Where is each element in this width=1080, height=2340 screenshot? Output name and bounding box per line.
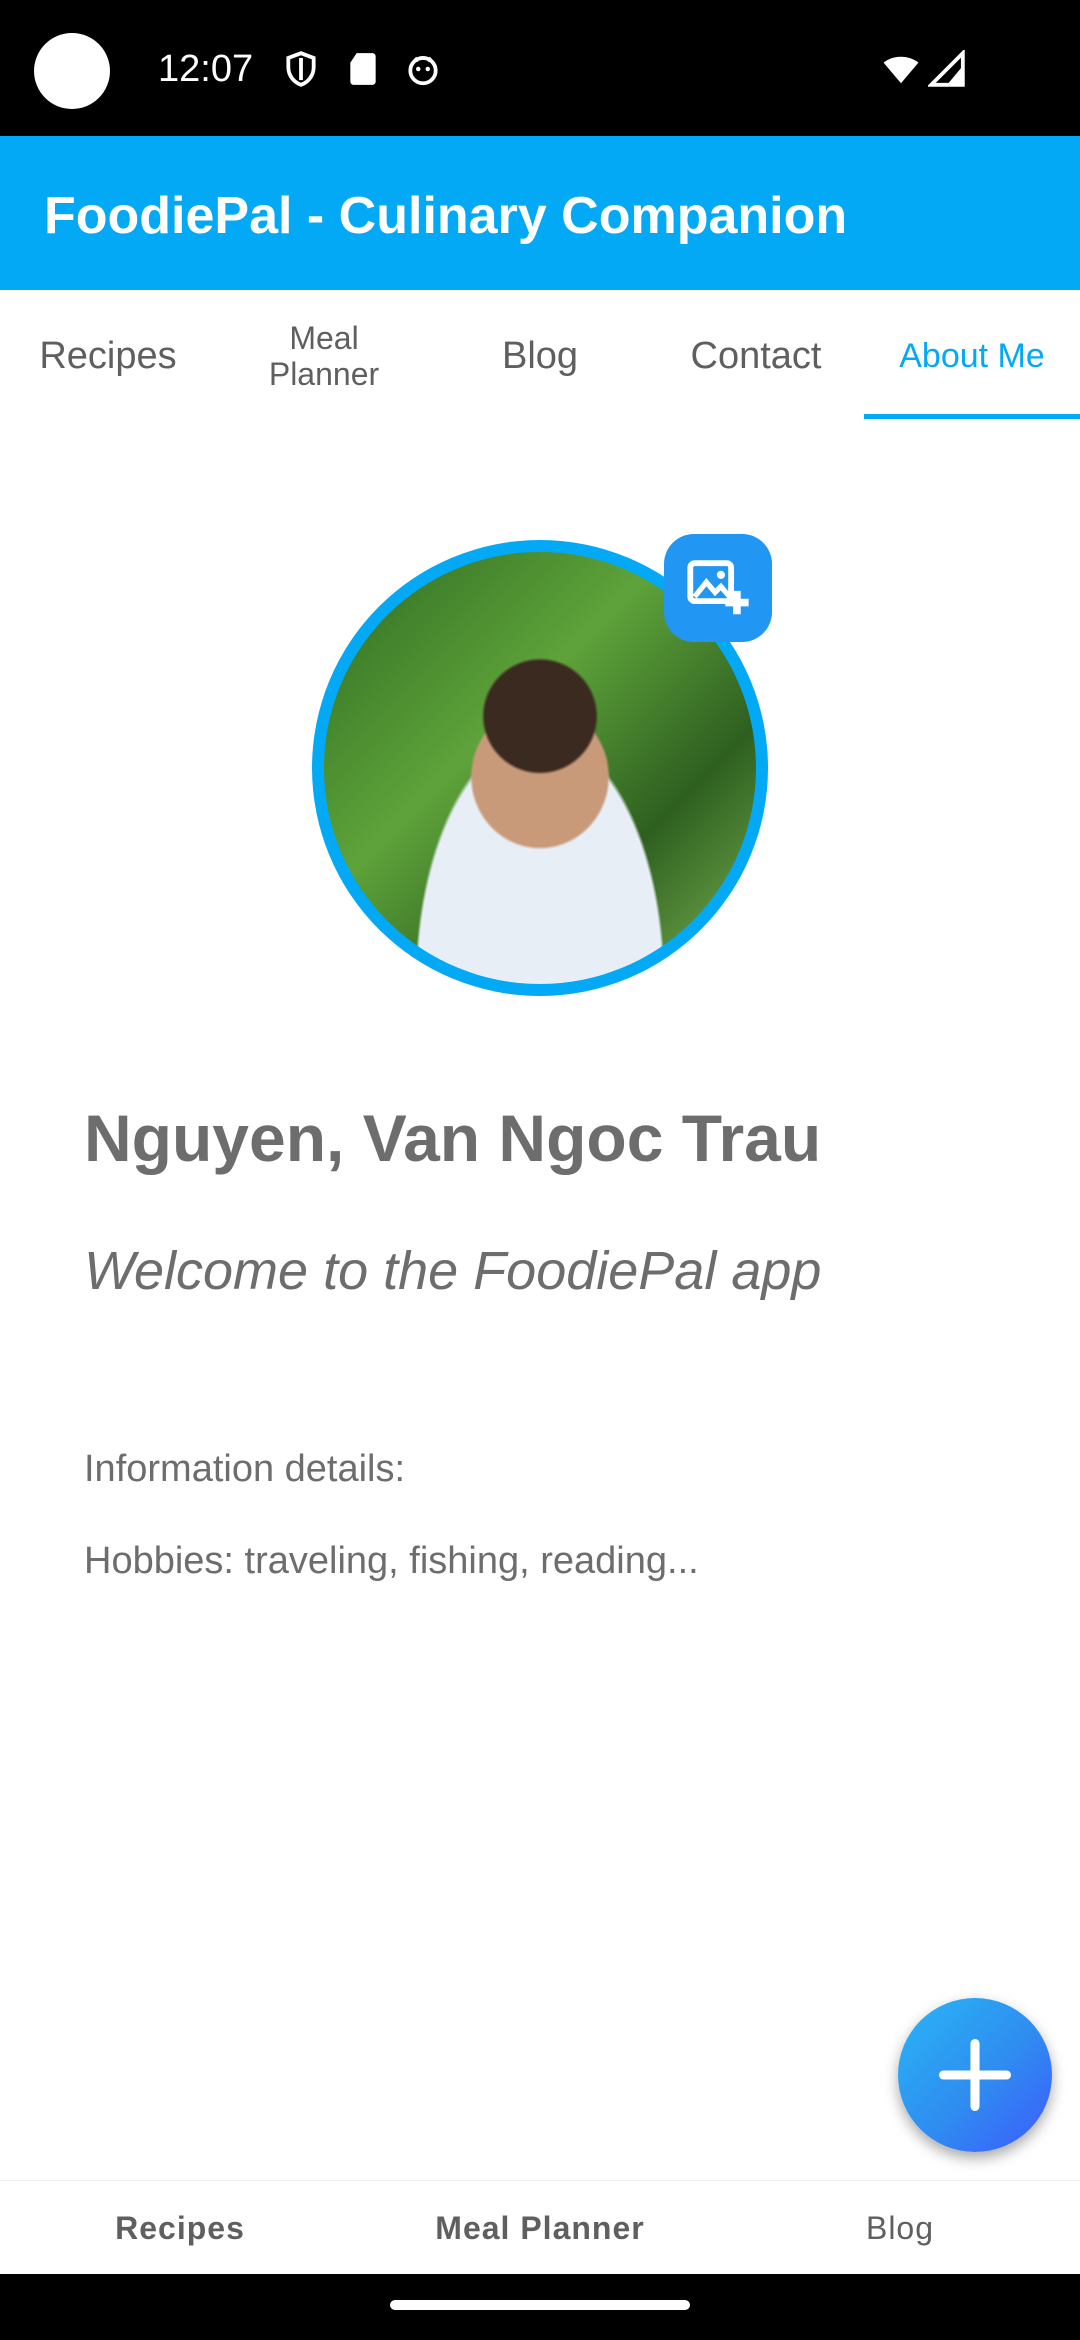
bottom-nav-blog[interactable]: Blog xyxy=(720,2181,1080,2275)
tab-blog[interactable]: Blog xyxy=(432,290,648,422)
app-bar: FoodiePal - Culinary Companion xyxy=(0,136,1080,290)
add-fab-button[interactable] xyxy=(898,1998,1052,2152)
bottom-navigation: Recipes Meal Planner Blog xyxy=(0,2180,1080,2275)
wifi-icon xyxy=(882,50,924,88)
plus-icon xyxy=(938,2038,1012,2112)
hobbies-text: Hobbies: traveling, fishing, reading... xyxy=(84,1540,699,1582)
tab-indicator xyxy=(864,414,1080,419)
bottom-nav-recipes[interactable]: Recipes xyxy=(0,2181,360,2275)
welcome-text: Welcome to the FoodiePal app xyxy=(84,1241,822,1301)
android-debug-icon xyxy=(404,50,442,88)
information-details-label: Information details: xyxy=(84,1448,406,1490)
tab-about-me[interactable]: About Me xyxy=(864,290,1080,422)
sd-card-icon xyxy=(344,50,382,88)
shield-icon xyxy=(282,50,320,88)
profile-name: Nguyen, Van Ngoc Trau xyxy=(84,1101,822,1175)
tab-meal-planner-label: Meal Planner xyxy=(268,320,380,392)
home-indicator[interactable] xyxy=(390,2300,690,2310)
app-title: FoodiePal - Culinary Companion xyxy=(44,187,848,245)
status-time: 12:07 xyxy=(158,48,254,90)
about-me-content: Nguyen, Van Ngoc Trau Welcome to the Foo… xyxy=(0,422,1080,2180)
bottom-nav-meal-planner[interactable]: Meal Planner xyxy=(360,2181,720,2275)
tab-meal-planner[interactable]: Meal Planner xyxy=(216,290,432,422)
camera-cutout xyxy=(34,33,110,109)
top-tab-bar: Recipes Meal Planner Blog Contact About … xyxy=(0,290,1080,423)
signal-icon xyxy=(928,50,966,88)
tab-recipes[interactable]: Recipes xyxy=(0,290,216,422)
status-bar: 12:07 xyxy=(0,0,1080,136)
add-photo-button[interactable] xyxy=(664,534,772,642)
add-photo-icon xyxy=(687,560,749,615)
tab-contact[interactable]: Contact xyxy=(648,290,864,422)
phone-screen: 12:07 FoodiePal - Culinary Companion Rec… xyxy=(0,0,1080,2340)
